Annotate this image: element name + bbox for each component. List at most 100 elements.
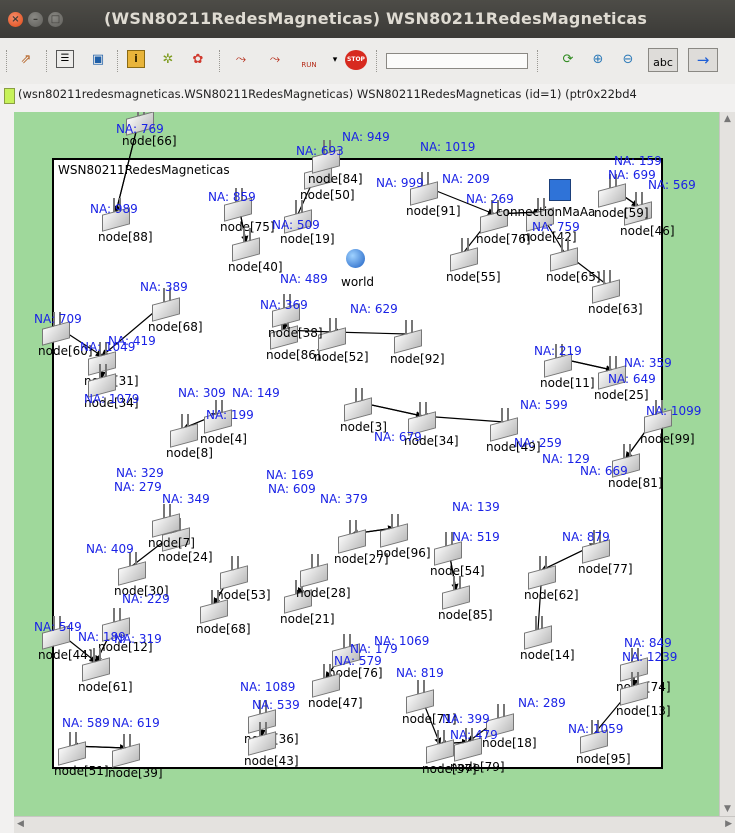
toolbar-separator (6, 50, 8, 72)
na-label: NA: 489 (280, 272, 328, 286)
node-label: node[52] (314, 350, 369, 364)
na-label: NA: 649 (608, 372, 656, 386)
na-label: NA: 229 (122, 592, 170, 606)
node-label: node[61] (78, 680, 133, 694)
network-icon[interactable]: ✲ (158, 50, 178, 70)
na-label: NA: 269 (466, 192, 514, 206)
network-canvas[interactable]: WSN80211RedesMagneticas node[66] node[88]… (14, 112, 719, 816)
connection-manager-icon[interactable] (549, 179, 571, 201)
scroll-down-icon[interactable]: ▼ (724, 804, 731, 814)
back-icon[interactable]: ⇗ (16, 50, 36, 70)
refresh-icon[interactable]: ⟳ (558, 50, 578, 70)
na-label: NA: 819 (396, 666, 444, 680)
colors-icon[interactable]: ✿ (188, 50, 208, 70)
step-icon[interactable]: ⤳ (228, 50, 254, 70)
scroll-right-icon[interactable]: ▶ (725, 819, 732, 829)
node-label: node[86] (266, 348, 321, 362)
na-label: NA: 349 (162, 492, 210, 506)
node-label: node[85] (438, 608, 493, 622)
node-label: node[47] (308, 696, 363, 710)
object-path-bar: (wsn80211redesmagneticas.WSN80211RedesMa… (0, 84, 735, 106)
monitor-icon[interactable]: ▣ (88, 50, 108, 70)
na-label: NA: 329 (116, 466, 164, 480)
na-label: NA: 579 (334, 654, 382, 668)
node-label: node[50] (300, 188, 355, 202)
na-label: NA: 1099 (646, 404, 702, 418)
minimize-icon: – (33, 14, 38, 25)
node-label: node[59] (594, 206, 649, 220)
node-label: node[54] (430, 564, 485, 578)
na-label: NA: 309 (178, 386, 226, 400)
node-label: node[25] (594, 388, 649, 402)
na-label: NA: 139 (452, 500, 500, 514)
node-label: node[63] (588, 302, 643, 316)
na-label: NA: 389 (140, 280, 188, 294)
node-label: node[7] (148, 536, 195, 550)
minimize-window-button[interactable]: – (28, 12, 43, 27)
na-label: NA: 509 (272, 218, 320, 232)
na-label: NA: 479 (450, 728, 498, 742)
info-icon[interactable]: i (127, 50, 145, 68)
arrow-right-icon[interactable]: → (688, 48, 718, 72)
na-label: NA: 669 (580, 464, 628, 478)
node-label: node[99] (640, 432, 695, 446)
node-label: node[14] (520, 648, 575, 662)
node-label: node[46] (620, 224, 675, 238)
node-label: node[28] (296, 586, 351, 600)
maximize-icon: □ (50, 14, 61, 25)
na-label: NA: 679 (374, 430, 422, 444)
na-label: NA: 1079 (84, 392, 140, 406)
na-label: NA: 149 (232, 386, 280, 400)
scroll-left-icon[interactable]: ◀ (17, 819, 24, 829)
vertical-scrollbar[interactable]: ▲ ▼ (719, 112, 735, 816)
world-globe-icon[interactable] (346, 249, 365, 268)
dropdown-icon[interactable]: ▾ (330, 50, 340, 70)
node-label: node[11] (540, 376, 595, 390)
na-label: NA: 693 (296, 144, 344, 158)
na-label: NA: 599 (520, 398, 568, 412)
speed-slider[interactable] (386, 53, 528, 69)
na-label: NA: 369 (260, 298, 308, 312)
abc-icon[interactable]: abc (648, 48, 678, 72)
na-label: NA: 949 (342, 130, 390, 144)
node-label: node[55] (446, 270, 501, 284)
na-label: NA: 1089 (240, 680, 296, 694)
node-label: node[4] (200, 432, 247, 446)
toolbar: ⇗ ☰ ▣ i ✲ ✿ ⤳ ⤳ RUN ▾ STOP ⟳ ⊕ ⊖ abc → (0, 38, 735, 85)
na-label: NA: 379 (320, 492, 368, 506)
toolbar-separator (376, 50, 378, 72)
na-label: NA: 169 (266, 468, 314, 482)
node-label: node[39] (108, 766, 163, 780)
run-icon[interactable]: ⤳ (262, 50, 288, 70)
na-label: NA: 1059 (568, 722, 624, 736)
fast-run-icon[interactable]: RUN (296, 50, 322, 70)
list-icon[interactable]: ☰ (56, 50, 74, 68)
na-label: NA: 769 (116, 122, 164, 136)
maximize-window-button[interactable]: □ (48, 12, 63, 27)
na-label: NA: 319 (114, 632, 162, 646)
na-label: NA: 539 (252, 698, 300, 712)
na-label: NA: 399 (442, 712, 490, 726)
close-window-button[interactable]: × (8, 12, 23, 27)
node-label: node[66] (122, 134, 177, 148)
node-label: node[19] (280, 232, 335, 246)
na-label: NA: 759 (532, 220, 580, 234)
node-label: node[68] (196, 622, 251, 636)
node-label: node[95] (576, 752, 631, 766)
na-label: NA: 709 (34, 312, 82, 326)
na-label: NA: 609 (268, 482, 316, 496)
node-label: node[81] (608, 476, 663, 490)
na-label: NA: 989 (90, 202, 138, 216)
node-label: node[44] (38, 648, 93, 662)
zoom-out-icon[interactable]: ⊖ (618, 50, 638, 70)
scroll-up-icon[interactable]: ▲ (724, 114, 731, 124)
na-label: NA: 279 (114, 480, 162, 494)
close-icon: × (11, 14, 20, 25)
horizontal-scrollbar[interactable]: ◀ ▶ (14, 816, 735, 833)
na-label: NA: 1019 (420, 140, 476, 154)
na-label: NA: 219 (534, 344, 582, 358)
toolbar-separator (537, 50, 539, 72)
node-label: node[40] (228, 260, 283, 274)
zoom-in-icon[interactable]: ⊕ (588, 50, 608, 70)
stop-icon[interactable]: STOP (345, 50, 367, 70)
